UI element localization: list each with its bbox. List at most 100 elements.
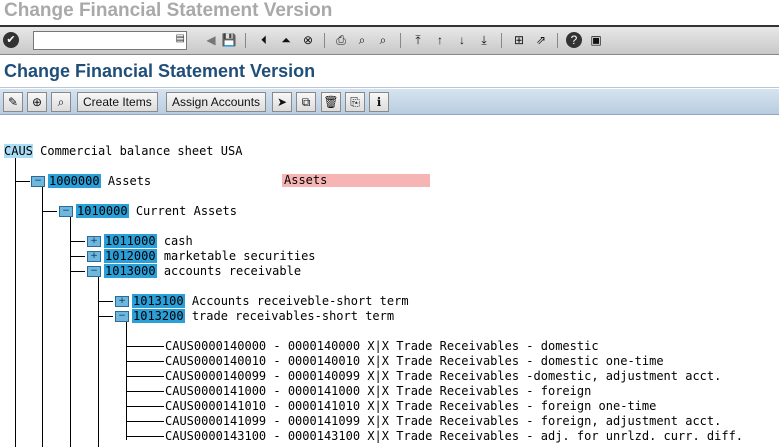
separator <box>245 33 246 48</box>
delete-icon[interactable]: 🗑 <box>321 92 341 112</box>
account-text: Trade Receivables - adj. for unrlzd. cur… <box>396 429 744 443</box>
debit-flag: X <box>367 369 375 383</box>
account-row[interactable]: CAUS0000141099 - 0000141099 X | X Trade Re… <box>165 414 721 428</box>
folder-closed-icon[interactable]: + <box>87 250 101 262</box>
account-row[interactable]: CAUS0000140099 - 0000140099 X | X Trade Re… <box>165 369 721 383</box>
node-code: 1011000 <box>104 234 157 248</box>
root-code: CAUS <box>4 144 33 158</box>
debit-flag: X <box>367 354 375 368</box>
account-text: Trade Receivables - foreign <box>396 384 592 398</box>
tree-node[interactable]: + 1013100 Accounts receiveble-short term <box>115 294 409 308</box>
copy-icon[interactable]: ⎘ <box>345 92 365 112</box>
page-title: Change Financial Statement Version <box>0 57 779 88</box>
tree-node[interactable]: + 1012000 marketable securities <box>87 249 316 263</box>
first-page-icon[interactable]: ⤒ <box>410 32 426 48</box>
account-text: Trade Receivables - foreign, adjustment … <box>396 414 722 428</box>
enter-icon[interactable]: ✔ <box>3 32 19 48</box>
folder-open-icon[interactable]: − <box>31 175 45 187</box>
node-code: 1013100 <box>132 294 185 308</box>
tree-root[interactable]: CAUS Commercial balance sheet USA <box>4 144 242 158</box>
node-code: 1010000 <box>76 204 129 218</box>
account-text: Trade Receivables - foreign one-time <box>396 399 657 413</box>
new-session-icon[interactable]: ⊞ <box>511 32 527 48</box>
back-icon[interactable]: ⏴ <box>256 32 272 48</box>
reassign-icon[interactable]: ⧉ <box>296 92 316 112</box>
collapse-arrow-icon[interactable]: ◀ <box>203 32 219 48</box>
node-extra-text: Assets <box>282 174 430 187</box>
credit-flag: X <box>381 429 390 443</box>
separator <box>400 33 401 48</box>
debit-flag: X <box>367 399 375 413</box>
column-separator: | <box>374 384 382 398</box>
account-row[interactable]: CAUS0000141010 - 0000141010 X | X Trade Re… <box>165 399 656 413</box>
tree-node[interactable]: − 1013200 trade receivables-short term <box>115 309 394 323</box>
create-items-button[interactable]: Create Items <box>77 92 158 112</box>
cancel-icon[interactable]: ⊗ <box>300 32 316 48</box>
print-icon[interactable]: ⎙ <box>333 32 349 48</box>
account-range: CAUS0000140010 - 0000140010 <box>165 354 361 368</box>
find-icon[interactable]: ⌕ <box>354 32 370 48</box>
tree-node[interactable]: − 1013000 accounts receivable <box>87 264 301 278</box>
folder-closed-icon[interactable]: + <box>115 295 129 307</box>
credit-flag: X <box>381 354 390 368</box>
column-separator: | <box>374 339 382 353</box>
node-label: accounts receivable <box>163 264 302 278</box>
account-range: CAUS0000141000 - 0000141000 <box>165 384 361 398</box>
previous-page-icon[interactable]: ↑ <box>432 32 448 48</box>
folder-open-icon[interactable]: − <box>59 205 73 217</box>
find-next-icon[interactable]: ⌕ <box>375 32 391 48</box>
node-label: Assets <box>107 174 152 188</box>
tree-node-assets[interactable]: − 1000000 Assets <box>31 174 151 188</box>
folder-closed-icon[interactable]: + <box>87 235 101 247</box>
assign-accounts-button[interactable]: Assign Accounts <box>166 92 267 112</box>
help-icon[interactable]: ? <box>566 32 582 48</box>
root-text <box>33 144 40 158</box>
account-range: CAUS0000140000 - 0000140000 <box>165 339 361 353</box>
command-field[interactable]: ▤ <box>33 31 187 50</box>
node-label: cash <box>163 234 193 248</box>
credit-flag: X <box>381 414 390 428</box>
fs-version-tree: CAUS Commercial balance sheet USA − 1000… <box>0 116 779 447</box>
account-row[interactable]: CAUS0000143100 - 0000143100 X | X Trade Re… <box>165 429 743 443</box>
credit-flag: X <box>381 339 390 353</box>
exit-icon[interactable]: ⏶ <box>278 32 294 48</box>
history-icon[interactable]: ▤ <box>176 33 185 44</box>
last-page-icon[interactable]: ⤓ <box>476 32 492 48</box>
debit-flag: X <box>367 384 375 398</box>
account-row[interactable]: CAUS0000140000 - 0000140000 X | X Trade Re… <box>165 339 599 353</box>
account-text: Trade Receivables - domestic one-time <box>396 354 664 368</box>
next-page-icon[interactable]: ↓ <box>454 32 470 48</box>
account-range: CAUS0000140099 - 0000140099 <box>165 369 361 383</box>
create-icon[interactable]: ⊕ <box>27 92 47 112</box>
node-code: 1013200 <box>132 309 185 323</box>
layout-menu-icon[interactable]: ▣ <box>588 32 604 48</box>
account-row[interactable]: CAUS0000140010 - 0000140010 X | X Trade Re… <box>165 354 664 368</box>
account-range: CAUS0000141099 - 0000141099 <box>165 414 361 428</box>
account-row[interactable]: CAUS0000141000 - 0000141000 X | X Trade Re… <box>165 384 591 398</box>
display-icon[interactable]: ⌕ <box>51 92 71 112</box>
column-separator: | <box>374 414 382 428</box>
folder-open-icon[interactable]: − <box>115 310 129 322</box>
node-label: marketable securities <box>163 249 316 263</box>
account-text: Trade Receivables - domestic <box>396 339 599 353</box>
separator <box>557 33 558 48</box>
info-icon[interactable]: ℹ <box>369 92 389 112</box>
select-icon[interactable]: ➤ <box>272 92 292 112</box>
node-label: trade receivables-short term <box>191 309 395 323</box>
tree-node-current-assets[interactable]: − 1010000 Current Assets <box>59 204 237 218</box>
node-code: 1000000 <box>48 174 101 188</box>
column-separator: | <box>374 429 382 443</box>
root-label: Commercial balance sheet USA <box>40 144 243 158</box>
change-icon[interactable]: ✎ <box>3 92 23 112</box>
folder-open-icon[interactable]: − <box>87 265 101 277</box>
node-label: Accounts receiveble-short term <box>191 294 409 308</box>
account-range: CAUS0000143100 - 0000143100 <box>165 429 361 443</box>
tree-node[interactable]: + 1011000 cash <box>87 234 193 248</box>
save-icon[interactable]: 💾 <box>221 32 237 48</box>
shortcut-icon[interactable]: ⇗ <box>533 32 549 48</box>
column-separator: | <box>374 354 382 368</box>
debit-flag: X <box>367 414 375 428</box>
column-separator: | <box>374 399 382 413</box>
credit-flag: X <box>381 399 390 413</box>
command-input[interactable] <box>34 33 176 49</box>
